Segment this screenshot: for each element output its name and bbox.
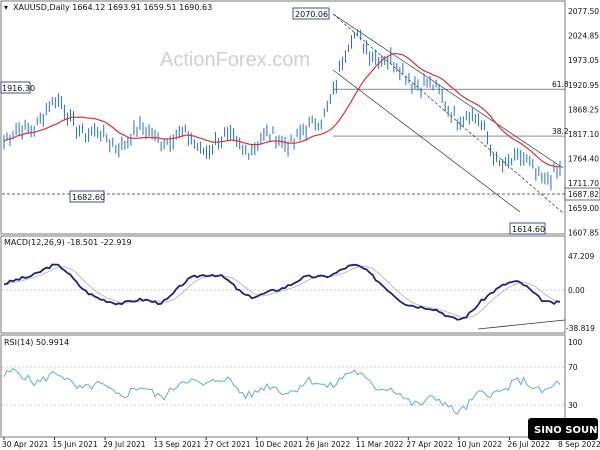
xauusd-chart: ActionForex.com 61.8 38.2 2077.50 2024.85 1… xyxy=(0,0,600,449)
annotation-1682: 1682.60 xyxy=(69,190,105,203)
rsi-axis-30: 30 xyxy=(568,401,578,410)
price-axis-label: 1920.95 xyxy=(568,81,599,90)
macd-line xyxy=(3,263,561,321)
annotation-2070-text: 2070.06 xyxy=(295,10,328,19)
price-axis: 2077.50 2024.85 1973.05 1920.95 1868.25 1817.… xyxy=(568,7,599,237)
x-axis-label: 10 Jun 2022 xyxy=(457,440,502,449)
chart-title: XAUUSD,Daily 1664.12 1693.91 1659.51 169… xyxy=(13,3,212,12)
macd-title: MACD(12,26,9) -18.501 -22.919 xyxy=(4,238,132,247)
macd-axis-label-zero: 0.00 xyxy=(568,286,585,295)
badge-text: SINO SOUND xyxy=(534,425,600,436)
x-axis-label: 15 Jun 2021 xyxy=(53,440,98,449)
x-axis-label: 26 Jul 2022 xyxy=(507,440,550,449)
annotation-1614-text: 1614.60 xyxy=(512,225,545,234)
macd-axis-label-bottom: -38.819 xyxy=(566,324,595,333)
x-axis-label: 8 Sep 2022 xyxy=(558,440,600,449)
x-axis-label: 13 Sep 2021 xyxy=(154,440,202,449)
rsi-axis-100: 100 xyxy=(568,338,583,347)
fib-label: 61.8 xyxy=(552,80,569,89)
x-axis-label: 27 Apr 2022 xyxy=(406,440,453,449)
x-axis-label: 10 Dec 2021 xyxy=(255,440,303,449)
price-axis-label: 1659.00 xyxy=(568,204,599,213)
fib-levels: 61.8 38.2 xyxy=(333,80,569,137)
x-axis-label: 29 Jul 2021 xyxy=(103,440,146,449)
fib-label: 38.2 xyxy=(552,127,569,136)
x-axis-label: 30 Apr 2021 xyxy=(2,440,49,449)
rsi-axis-70: 70 xyxy=(568,363,578,372)
rsi-line xyxy=(3,367,561,415)
x-axis-label: 27 Oct 2021 xyxy=(204,440,251,449)
x-axis-label: 11 Mar 2022 xyxy=(356,440,404,449)
sino-sound-badge: SINO SOUND xyxy=(528,418,600,440)
macd-divergence-line xyxy=(477,319,566,330)
channel-line xyxy=(332,13,564,169)
x-axis: 30 Apr 2021 15 Jun 2021 29 Jul 2021 13 Sep … xyxy=(2,437,600,449)
macd-axis-label-top: 47.209 xyxy=(568,252,594,261)
price-axis-label: 1817.10 xyxy=(568,130,599,139)
price-axis-label: 1607.85 xyxy=(568,228,599,237)
chart-title-arrow: ▾ xyxy=(4,3,8,12)
annotation-1916-text: 1916.30 xyxy=(2,84,35,93)
price-axis-label: 1868.25 xyxy=(568,105,599,114)
price-axis-label: 1711.70 xyxy=(568,179,599,188)
annotation-1614: 1614.60 xyxy=(509,222,546,235)
watermark: ActionForex.com xyxy=(160,49,310,71)
rsi-title: RSI(14) 50.9914 xyxy=(4,338,69,347)
macd-panel-frame xyxy=(0,235,566,334)
current-price-text: 1687.82 xyxy=(568,190,599,199)
channel-line xyxy=(332,69,521,213)
annotation-1682-text: 1682.60 xyxy=(72,193,105,202)
price-axis-label: 1764.40 xyxy=(568,155,599,164)
price-axis-label: 1973.05 xyxy=(568,56,599,65)
x-axis-label: 26 Jan 2022 xyxy=(305,440,350,449)
rsi-panel-frame xyxy=(0,334,566,438)
price-axis-label: 2077.50 xyxy=(568,7,599,16)
price-axis-label: 2024.85 xyxy=(568,32,599,41)
annotation-2070: 2070.06 xyxy=(292,7,330,20)
annotation-1916: 1916.30 xyxy=(0,81,35,94)
